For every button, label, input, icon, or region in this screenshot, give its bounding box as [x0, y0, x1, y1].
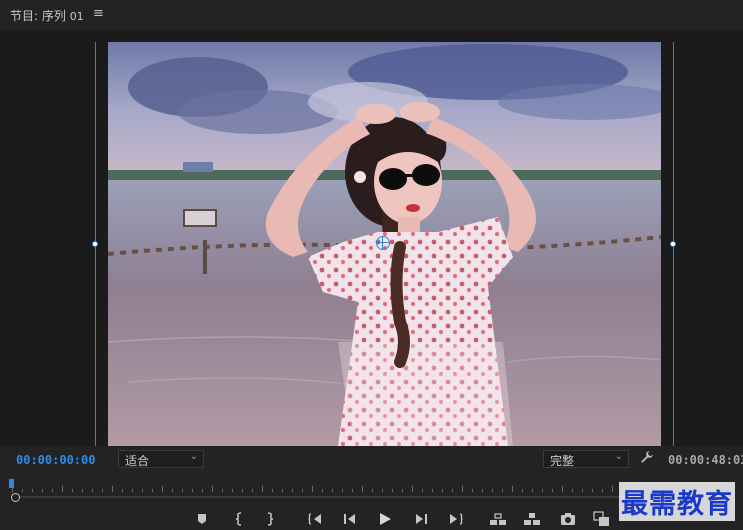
mark-in-icon[interactable] [227, 510, 251, 528]
ruler-tick [332, 489, 333, 492]
ruler-tick [512, 486, 513, 492]
ruler-tick [612, 486, 613, 492]
ruler-tick [582, 489, 583, 492]
ruler-tick [492, 489, 493, 492]
ruler-tick [112, 486, 113, 492]
ruler-tick [282, 489, 283, 492]
ruler-tick [172, 489, 173, 492]
ruler-tick [182, 489, 183, 492]
ruler-tick [92, 489, 93, 492]
mark-out-icon[interactable] [258, 510, 282, 528]
ruler-tick [362, 486, 363, 492]
sequence-number: 01 [69, 10, 84, 23]
ruler-tick [22, 489, 23, 492]
panel-title[interactable]: 节目: 序列 01 [10, 7, 84, 24]
ruler-tick [412, 486, 413, 492]
ruler-tick [82, 489, 83, 492]
duration-timecode: 00:00:48:03 [668, 453, 743, 467]
chevron-down-icon: ⌄ [614, 451, 623, 462]
ruler-tick [472, 489, 473, 492]
play-icon[interactable] [373, 510, 397, 528]
ruler-tick [32, 489, 33, 492]
ruler-tick [62, 486, 63, 492]
current-timecode[interactable]: 00:00:00:00 [16, 453, 95, 467]
ruler-tick [342, 489, 343, 492]
ruler-tick [252, 489, 253, 492]
ruler-tick [402, 489, 403, 492]
ruler-ticks [12, 486, 633, 492]
ruler-tick [322, 489, 323, 492]
add-marker-icon[interactable] [190, 510, 214, 528]
ruler-tick [262, 486, 263, 492]
anchor-point-icon[interactable] [376, 236, 390, 250]
ruler-tick [462, 486, 463, 492]
ruler-tick [102, 489, 103, 492]
panel-header: 节目: 序列 01 ≡ [0, 0, 743, 30]
ruler-tick [482, 489, 483, 492]
transform-handle-right[interactable] [670, 241, 676, 247]
watermark-logo: 最需教育 [619, 482, 735, 521]
ruler-tick [312, 486, 313, 492]
ruler-tick [352, 489, 353, 492]
go-to-out-icon[interactable] [443, 510, 467, 528]
ruler-tick [502, 489, 503, 492]
ruler-tick [302, 489, 303, 492]
zoom-level-select[interactable]: 适合 ⌄ [118, 450, 204, 468]
ruler-tick [242, 489, 243, 492]
ruler-tick [442, 489, 443, 492]
playback-resolution-select[interactable]: 完整 ⌄ [543, 450, 629, 468]
ruler-tick [222, 489, 223, 492]
step-forward-icon[interactable] [409, 510, 433, 528]
ruler-tick [192, 489, 193, 492]
ruler-tick [292, 489, 293, 492]
hamburger-menu-icon[interactable]: ≡ [93, 6, 104, 21]
go-to-in-icon[interactable] [304, 510, 328, 528]
ruler-tick [382, 489, 383, 492]
lift-icon[interactable] [486, 510, 510, 528]
extract-icon[interactable] [520, 510, 544, 528]
step-back-icon[interactable] [338, 510, 362, 528]
panel-title-text: 节目: 序列 [10, 9, 66, 23]
program-monitor[interactable] [0, 30, 743, 446]
ruler-tick [452, 489, 453, 492]
ruler-tick [372, 489, 373, 492]
ruler-tick [152, 489, 153, 492]
comparison-view-icon[interactable] [590, 510, 614, 528]
ruler-tick [602, 489, 603, 492]
ruler-tick [552, 489, 553, 492]
ruler-tick [232, 489, 233, 492]
ruler-tick [162, 486, 163, 492]
ruler-tick [212, 486, 213, 492]
ruler-tick [432, 489, 433, 492]
ruler-tick [72, 489, 73, 492]
ruler-tick [272, 489, 273, 492]
ruler-tick [132, 489, 133, 492]
ruler-tick [392, 489, 393, 492]
ruler-tick [422, 489, 423, 492]
ruler-tick [12, 486, 13, 492]
ruler-tick [202, 489, 203, 492]
ruler-tick [562, 486, 563, 492]
transform-handle-left[interactable] [92, 241, 98, 247]
monitor-controls: 00:00:00:00 适合 ⌄ 完整 ⌄ 00:00:48:03 [0, 446, 743, 474]
playback-resolution-value: 完整 [550, 454, 575, 468]
ruler-tick [122, 489, 123, 492]
ruler-tick [532, 489, 533, 492]
ruler-tick [42, 489, 43, 492]
ruler-tick [542, 489, 543, 492]
chevron-down-icon: ⌄ [189, 451, 198, 462]
ruler-tick [522, 489, 523, 492]
ruler-tick [142, 489, 143, 492]
zoom-level-value: 适合 [125, 454, 150, 468]
export-frame-icon[interactable] [556, 510, 580, 528]
ruler-tick [592, 489, 593, 492]
ruler-tick [52, 489, 53, 492]
wrench-icon[interactable] [640, 450, 654, 468]
zoom-scroll-handle[interactable] [11, 493, 20, 502]
ruler-tick [572, 489, 573, 492]
zoom-scroll-track[interactable] [12, 496, 632, 498]
